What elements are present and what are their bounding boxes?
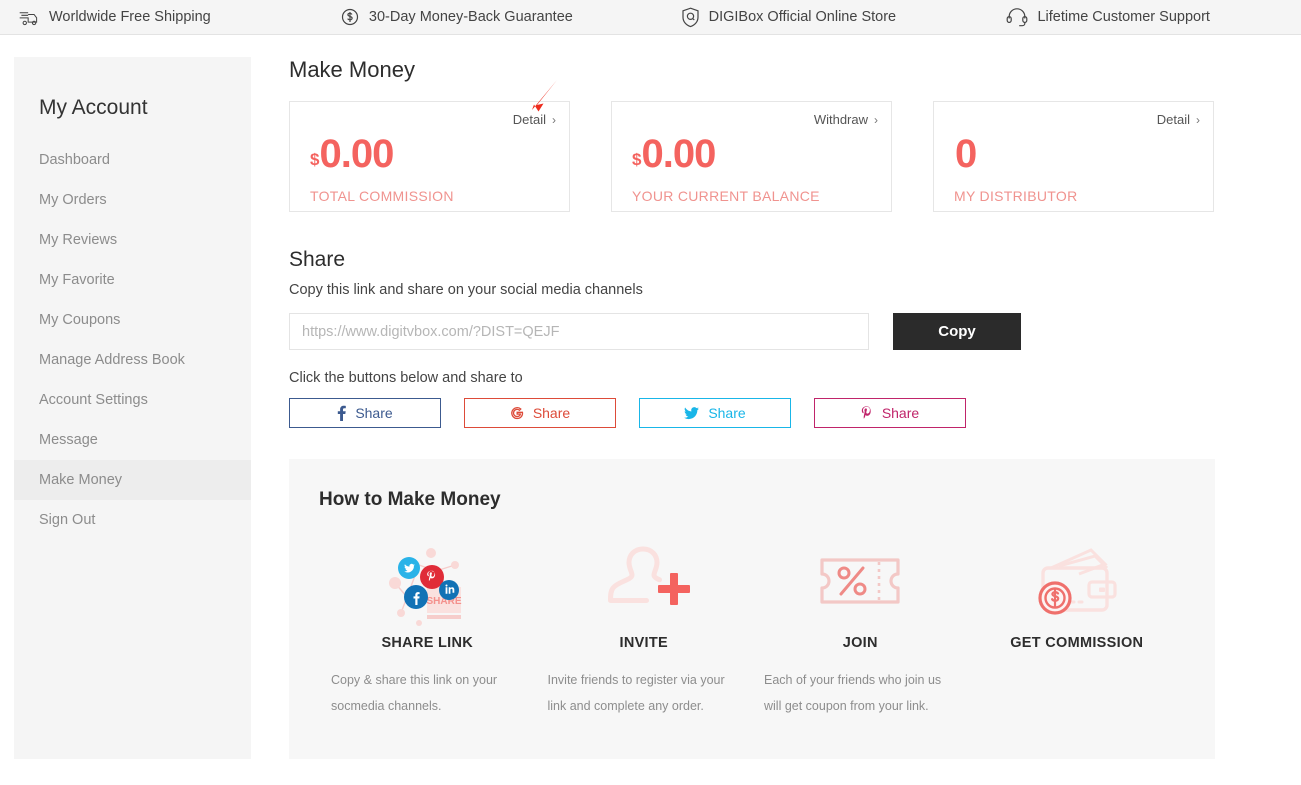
share-buttons-hint: Click the buttons below and share to	[289, 370, 523, 386]
promo-item-support: Lifetime Customer Support	[1006, 7, 1283, 27]
share-button-googleplus[interactable]: Share	[464, 398, 616, 428]
promo-label: DIGIBox Official Online Store	[708, 9, 897, 25]
social-share-buttons: Share Share Share Share	[289, 398, 1301, 428]
promo-label: 30-Day Money-Back Guarantee	[368, 9, 573, 25]
share-button-label: Share	[708, 405, 746, 421]
sidebar-item-my-coupons[interactable]: My Coupons	[14, 300, 251, 340]
twitter-bird-icon	[684, 406, 700, 420]
how-to-make-money-panel: How to Make Money SHARE SHARE LINK Copy …	[289, 459, 1215, 759]
user-plus-icon	[536, 533, 753, 629]
card-my-distributor: Detail › 0 MY DISTRIBUTOR	[933, 101, 1214, 212]
promo-item-shipping: Worldwide Free Shipping	[18, 8, 340, 26]
howto-step-invite: INVITE Invite friends to register via yo…	[536, 533, 753, 719]
howto-step-desc: Copy & share this link on your socmedia …	[331, 673, 498, 713]
sidebar-item-my-reviews[interactable]: My Reviews	[14, 220, 251, 260]
share-section: Share Copy this link and share on your s…	[289, 248, 1301, 428]
promo-label: Worldwide Free Shipping	[49, 9, 211, 25]
card-total-commission: Detail › $0.00 TOTAL COMMISSION	[289, 101, 570, 212]
chevron-right-icon: ›	[552, 112, 556, 127]
card-amount: 0	[955, 132, 977, 176]
currency-symbol: $	[310, 150, 320, 169]
howto-step-get-commission: GET COMMISSION	[969, 533, 1186, 719]
sidebar-title: My Account	[39, 96, 148, 120]
page-body: My Account Dashboard My Orders My Review…	[0, 35, 1301, 759]
share-button-pinterest[interactable]: Share	[814, 398, 966, 428]
howto-step-share-link: SHARE SHARE LINK Copy & share this link …	[319, 533, 536, 719]
copy-button[interactable]: Copy	[893, 313, 1021, 350]
share-button-label: Share	[881, 405, 920, 421]
card-label-commission: TOTAL COMMISSION	[310, 188, 454, 204]
card-label-distributor: MY DISTRIBUTOR	[954, 188, 1078, 204]
coupon-percent-icon	[752, 533, 969, 629]
sidebar-item-make-money[interactable]: Make Money	[14, 460, 251, 501]
card-amount: 0.00	[641, 132, 716, 176]
sidebar-item-my-orders[interactable]: My Orders	[14, 180, 251, 220]
share-heading: Share	[289, 248, 346, 271]
howto-heading: How to Make Money	[319, 489, 501, 510]
google-g-icon	[510, 406, 524, 420]
pinterest-p-icon	[861, 405, 873, 421]
share-button-facebook[interactable]: Share	[289, 398, 441, 428]
promo-item-official-store: DIGIBox Official Online Store	[681, 7, 1007, 28]
card-detail-link-commission[interactable]: Detail ›	[513, 112, 556, 127]
card-value-commission: $0.00	[310, 134, 555, 174]
main-content: Make Money Detail › $0.00 TOTAL COMMISSI…	[251, 57, 1301, 759]
sidebar-item-message[interactable]: Message	[14, 420, 251, 460]
promo-item-money-back: 30-Day Money-Back Guarantee	[340, 7, 681, 27]
currency-symbol: $	[632, 150, 642, 169]
headset-support-icon	[1006, 7, 1028, 27]
sidebar-item-dashboard[interactable]: Dashboard	[14, 140, 251, 180]
share-subtitle: Copy this link and share on your social …	[289, 282, 643, 298]
howto-step-join: JOIN Each of your friends who join us wi…	[752, 533, 969, 719]
share-link-input[interactable]	[289, 313, 869, 350]
sidebar-item-my-favorite[interactable]: My Favorite	[14, 260, 251, 300]
howto-step-title: SHARE LINK	[381, 635, 474, 651]
howto-step-desc: Each of your friends who join us will ge…	[764, 673, 942, 713]
promo-label: Lifetime Customer Support	[1037, 9, 1210, 25]
howto-step-desc: Invite friends to register via your link…	[547, 673, 725, 713]
sidebar-item-manage-address-book[interactable]: Manage Address Book	[14, 340, 251, 380]
card-link-label: Withdraw	[813, 112, 868, 127]
howto-step-title: GET COMMISSION	[1010, 635, 1144, 651]
page-title: Make Money	[289, 57, 415, 82]
account-sidebar: My Account Dashboard My Orders My Review…	[14, 57, 251, 759]
sidebar-item-account-settings[interactable]: Account Settings	[14, 380, 251, 420]
shipping-truck-icon	[18, 8, 40, 26]
shield-store-icon	[681, 7, 700, 28]
howto-step-title: JOIN	[842, 635, 878, 651]
share-link-row: Copy	[289, 313, 1301, 350]
share-button-twitter[interactable]: Share	[639, 398, 791, 428]
card-withdraw-link[interactable]: Withdraw ›	[814, 112, 878, 127]
sidebar-item-sign-out[interactable]: Sign Out	[14, 500, 251, 540]
card-label-balance: YOUR CURRENT BALANCE	[632, 188, 820, 204]
card-detail-link-distributor[interactable]: Detail ›	[1157, 112, 1200, 127]
card-link-label: Detail	[512, 112, 546, 127]
share-button-label: Share	[532, 405, 571, 421]
share-network-icon: SHARE	[319, 533, 536, 629]
card-amount: 0.00	[319, 132, 394, 176]
promo-bar: Worldwide Free Shipping 30-Day Money-Bac…	[0, 0, 1301, 35]
money-back-dollar-icon	[340, 7, 360, 27]
facebook-f-icon	[337, 405, 347, 421]
chevron-right-icon: ›	[1196, 112, 1200, 127]
share-button-label: Share	[355, 405, 393, 421]
howto-steps: SHARE SHARE LINK Copy & share this link …	[319, 533, 1185, 719]
wallet-dollar-icon	[969, 533, 1186, 629]
stat-cards: Detail › $0.00 TOTAL COMMISSION Withdraw…	[289, 80, 1301, 212]
chevron-right-icon: ›	[874, 112, 878, 127]
card-value-balance: $0.00	[632, 134, 877, 174]
card-link-label: Detail	[1156, 112, 1190, 127]
card-value-distributor: 0	[954, 134, 1199, 174]
card-current-balance: Withdraw › $0.00 YOUR CURRENT BALANCE	[611, 101, 892, 212]
howto-step-title: INVITE	[619, 635, 669, 651]
